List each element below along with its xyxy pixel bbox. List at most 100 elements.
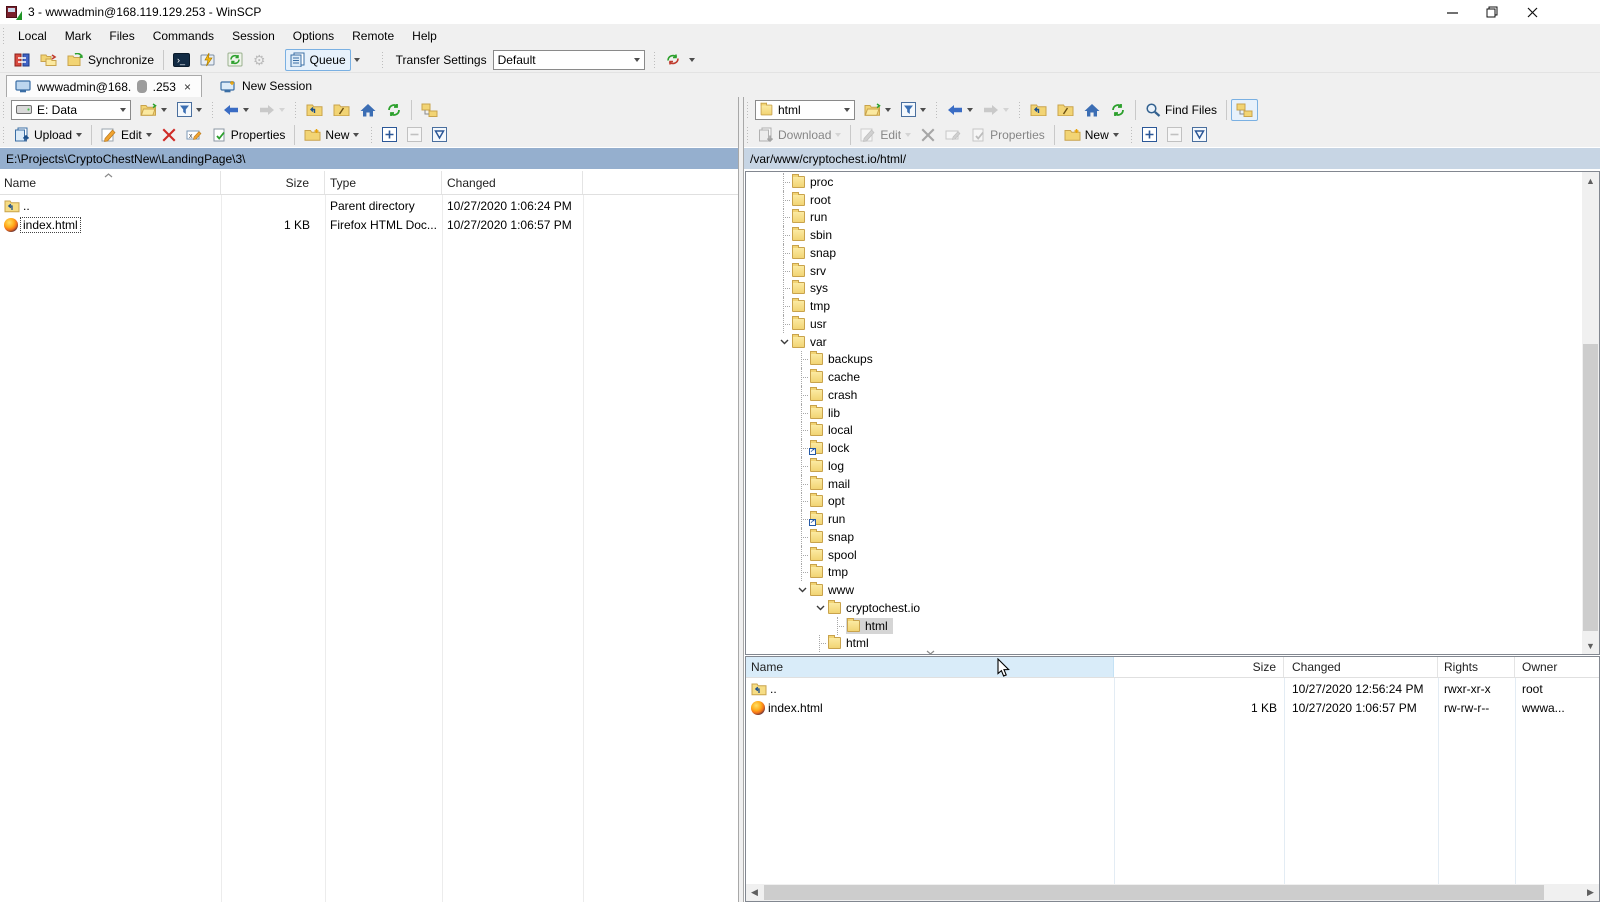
transfer-options-dropdown[interactable]	[686, 49, 698, 71]
tree-item-cache[interactable]: cache	[746, 368, 1582, 386]
close-button[interactable]	[1512, 0, 1552, 24]
local-new-button[interactable]: New	[299, 124, 364, 146]
remote-cmd-grip[interactable]	[746, 126, 751, 143]
chevron-down-icon[interactable]	[794, 581, 810, 599]
remote-selection-filter-button[interactable]	[1187, 124, 1212, 146]
tree-item-usr[interactable]: usr	[746, 315, 1582, 333]
remote-forward-button[interactable]	[978, 99, 1014, 121]
menu-commands[interactable]: Commands	[144, 26, 223, 46]
tree-scrollbar-thumb[interactable]	[1583, 344, 1598, 631]
local-col-type[interactable]: Type	[325, 171, 442, 194]
menu-options[interactable]: Options	[284, 26, 343, 46]
tree-item-sbin[interactable]: sbin	[746, 226, 1582, 244]
remote-delete-button[interactable]	[916, 124, 940, 146]
menu-remote[interactable]: Remote	[343, 26, 403, 46]
tree-item-opt[interactable]: opt	[746, 492, 1582, 511]
tree-item-var[interactable]: var	[746, 333, 1582, 351]
local-home-button[interactable]	[355, 99, 381, 121]
remote-nav-grip[interactable]	[935, 101, 940, 118]
tree-item-sys[interactable]: sys	[746, 279, 1582, 298]
remote-edit-button[interactable]: Edit	[855, 124, 916, 146]
remote-toolbar-grip[interactable]	[746, 101, 751, 118]
synchronize-button[interactable]: Synchronize	[62, 49, 159, 71]
tree-item-local[interactable]: local	[746, 421, 1582, 440]
remote-open-directory-button[interactable]	[859, 99, 896, 121]
transfer-settings-select[interactable]: Default	[492, 49, 645, 70]
download-button[interactable]: Download	[753, 124, 846, 146]
local-select-button[interactable]	[377, 124, 402, 146]
transfer-mode-grip[interactable]	[652, 51, 658, 68]
local-cmd-grip[interactable]	[2, 126, 7, 143]
tree-item-cryptochest.io[interactable]: cryptochest.io	[746, 599, 1582, 617]
tree-scroll-down-icon[interactable]: ▼	[1582, 637, 1599, 654]
remote-new-button[interactable]: New	[1059, 124, 1124, 146]
remote-filter-button[interactable]	[896, 99, 931, 121]
list-scroll-right-icon[interactable]: ▶	[1582, 884, 1599, 901]
tree-item-run[interactable]: ↗ run	[746, 510, 1582, 528]
tree-item-tmp[interactable]: tmp	[746, 563, 1582, 582]
transfer-options-button[interactable]	[660, 49, 686, 71]
local-nav-grip[interactable]	[211, 101, 216, 118]
remote-root-directory-button[interactable]	[1052, 99, 1079, 121]
remote-back-button[interactable]	[942, 99, 978, 121]
local-selection-filter-button[interactable]	[427, 124, 452, 146]
tree-item-html[interactable]: html	[746, 616, 1582, 635]
tree-item-root[interactable]: root	[746, 190, 1582, 209]
local-rename-button[interactable]: x	[181, 124, 207, 146]
local-open-directory-button[interactable]	[135, 99, 172, 121]
tree-item-crash[interactable]: crash	[746, 386, 1582, 404]
tree-item-snap[interactable]: snap	[746, 244, 1582, 262]
refresh-session-button[interactable]	[222, 49, 248, 71]
local-forward-button[interactable]	[254, 99, 290, 121]
tree-item-srv[interactable]: srv	[746, 261, 1582, 280]
menu-local[interactable]: Local	[9, 26, 56, 46]
local-parent-directory-button[interactable]	[301, 99, 328, 121]
session-tab[interactable]: wwwadmin@168. .253 ×	[6, 75, 202, 97]
local-mark-grip[interactable]	[370, 126, 376, 143]
remote-path-bar[interactable]: /var/www/cryptochest.io/html/	[744, 148, 1600, 169]
menubar-grip[interactable]	[2, 27, 7, 44]
tree-item-mail[interactable]: mail	[746, 474, 1582, 493]
local-unselect-button[interactable]	[402, 124, 427, 146]
remote-directory-select[interactable]: html	[755, 99, 855, 120]
remote-select-button[interactable]	[1137, 124, 1162, 146]
close-session-icon[interactable]: ×	[182, 80, 193, 94]
local-toolbar-grip[interactable]	[2, 101, 7, 118]
tree-item-proc[interactable]: proc	[746, 173, 1582, 191]
remote-col-rights[interactable]: Rights	[1438, 657, 1515, 677]
minimize-button[interactable]	[1432, 0, 1472, 24]
remote-file-row-..[interactable]: .. 10/27/2020 12:56:24 PM rwxr-xr-x root	[746, 679, 1599, 698]
upload-button[interactable]: Upload	[9, 124, 87, 146]
queue-dropdown[interactable]	[351, 49, 363, 71]
remote-dir-grip[interactable]	[1018, 101, 1023, 118]
remote-properties-button[interactable]: Properties	[966, 124, 1050, 146]
toolbar-grip[interactable]	[2, 51, 7, 68]
restore-button[interactable]	[1472, 0, 1512, 24]
tree-scroll-up-icon[interactable]: ▲	[1582, 172, 1599, 189]
remote-col-changed[interactable]: Changed	[1284, 657, 1438, 677]
menu-mark[interactable]: Mark	[56, 26, 101, 46]
remote-tree-toggle-button[interactable]	[1231, 98, 1259, 121]
compare-directories-button[interactable]	[9, 49, 35, 71]
menu-help[interactable]: Help	[403, 26, 446, 46]
tree-item-lib[interactable]: lib	[746, 403, 1582, 422]
menu-session[interactable]: Session	[223, 26, 284, 46]
local-path-bar[interactable]: E:\Projects\CryptoChestNew\LandingPage\3…	[0, 148, 738, 169]
local-filter-button[interactable]	[172, 99, 207, 121]
local-file-row-..[interactable]: .. Parent directory 10/27/2020 1:06:24 PM	[0, 196, 738, 215]
chevron-down-icon[interactable]	[776, 333, 792, 351]
tree-item-lock[interactable]: ↗ lock	[746, 439, 1582, 457]
chevron-down-icon[interactable]	[812, 599, 828, 617]
local-back-button[interactable]	[218, 99, 254, 121]
remote-rename-button[interactable]	[940, 124, 966, 146]
tree-item-html[interactable]: html	[746, 634, 1582, 653]
remote-unselect-button[interactable]	[1162, 124, 1187, 146]
tree-item-spool[interactable]: spool	[746, 545, 1582, 564]
remote-col-name[interactable]: Name	[746, 657, 1114, 677]
queue-button[interactable]: Queue	[284, 48, 351, 71]
preferences-button[interactable]: ⚙	[248, 49, 271, 71]
list-scroll-left-icon[interactable]: ◀	[746, 884, 763, 901]
local-root-directory-button[interactable]	[328, 99, 355, 121]
tree-item-tmp[interactable]: tmp	[746, 297, 1582, 315]
tree-item-run[interactable]: run	[746, 208, 1582, 227]
